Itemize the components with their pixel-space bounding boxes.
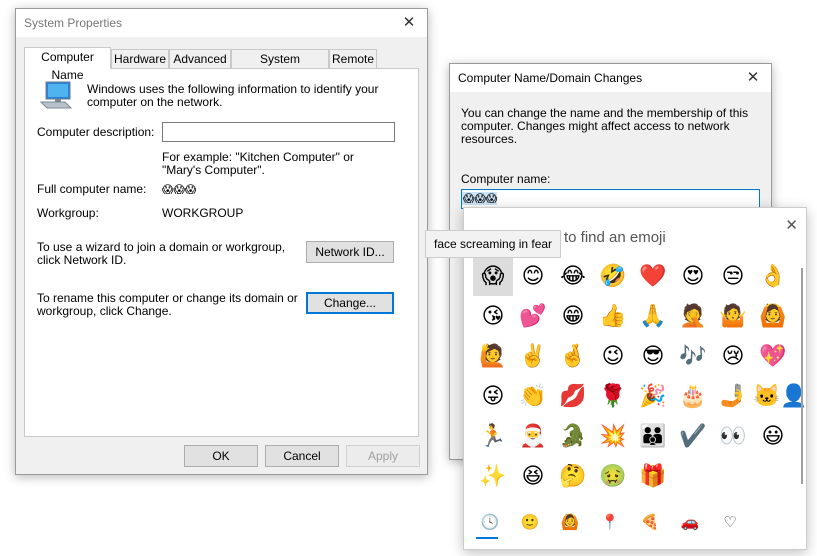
emoji-cell[interactable]: 🤔	[553, 458, 593, 496]
emoji-category-bar: 🕓 🙂 🙆 📍 🍕 🚗 ♡	[472, 508, 752, 538]
close-icon[interactable]: ✕	[785, 216, 798, 234]
emoji-cell[interactable]: 🤣	[593, 258, 633, 296]
emoji-cell[interactable]: 😒	[713, 258, 753, 296]
system-properties-window: System Properties ✕ Computer Name Hardwa…	[15, 8, 428, 475]
people-icon[interactable]: 🙆	[552, 508, 588, 536]
emoji-search-hint: to find an emoji	[564, 229, 666, 246]
emoji-cell[interactable]: 🤢	[593, 458, 633, 496]
tab-advanced[interactable]: Advanced	[169, 49, 231, 68]
emoji-cell[interactable]: 👀	[713, 418, 753, 456]
emoji-panel: to find an emoji ✕ 😱 😊 😂 🤣 ❤️ 😍 😒 👌 😘 💕 😁 👍 🙏 🤦 🤷 🙆 🙋 ✌️ 🤞…	[463, 207, 808, 550]
emoji-cell[interactable]: 👍	[593, 298, 633, 336]
emoji-cell[interactable]: 😃	[753, 418, 793, 456]
emoji-cell[interactable]: 🌹	[593, 378, 633, 416]
emoji-cell[interactable]: ✌️	[513, 338, 553, 376]
computer-description-label: Computer description:	[37, 125, 155, 139]
full-computer-name-value: 😱😱😱	[162, 183, 197, 196]
change-button[interactable]: Change...	[306, 292, 394, 314]
emoji-cell[interactable]: 😜	[473, 378, 513, 416]
emoji-cell[interactable]: 😍	[673, 258, 713, 296]
title-bar: System Properties ✕	[16, 9, 427, 37]
computer-icon	[39, 81, 73, 109]
full-computer-name-label: Full computer name:	[37, 182, 147, 196]
vehicle-icon[interactable]: 🚗	[672, 508, 708, 536]
close-icon[interactable]: ✕	[391, 9, 427, 37]
emoji-cell[interactable]: 👌	[753, 258, 793, 296]
computer-name-input[interactable]: 😱😱😱	[461, 189, 760, 209]
emoji-cell[interactable]: 🤷	[713, 298, 753, 336]
emoji-cell[interactable]: 🤞	[553, 338, 593, 376]
emoji-cell[interactable]: 🐊	[553, 418, 593, 456]
heart-icon[interactable]: ♡	[712, 508, 748, 536]
emoji-cell[interactable]: 🎶	[673, 338, 713, 376]
network-id-button[interactable]: Network ID...	[306, 241, 394, 263]
emoji-cell[interactable]: 🎅	[513, 418, 553, 456]
emoji-cell[interactable]: 🐱‍👤	[753, 378, 808, 416]
food-icon[interactable]: 🍕	[632, 508, 668, 536]
emoji-cell[interactable]: 🎂	[673, 378, 713, 416]
emoji-cell[interactable]: 😘	[473, 298, 513, 336]
emoji-cell[interactable]: 🎁	[633, 458, 673, 496]
emoji-cell[interactable]: ❤️	[633, 258, 673, 296]
emoji-cell[interactable]: 😱	[473, 258, 513, 296]
emoji-cell[interactable]: 😊	[513, 258, 553, 296]
ok-button[interactable]: OK	[184, 445, 258, 467]
location-icon[interactable]: 📍	[592, 508, 628, 536]
close-icon[interactable]: ✕	[735, 64, 771, 92]
computer-name-value: 😱😱😱	[462, 192, 498, 205]
recent-icon[interactable]: 🕓	[472, 508, 508, 536]
emoji-cell[interactable]: ✨	[473, 458, 513, 496]
tab-computer-name[interactable]: Computer Name	[24, 47, 111, 82]
window-title: System Properties	[24, 16, 123, 30]
emoji-cell[interactable]: ✔️	[673, 418, 713, 456]
computer-name-panel: Windows uses the following information t…	[24, 68, 419, 437]
emoji-tooltip: face screaming in fear	[425, 230, 562, 258]
emoji-cell[interactable]: 😎	[633, 338, 673, 376]
emoji-cell[interactable]: 😆	[513, 458, 553, 496]
emoji-cell[interactable]: 😂	[553, 258, 593, 296]
intro-text: Windows uses the following information t…	[87, 82, 379, 109]
smiley-icon[interactable]: 🙂	[512, 508, 548, 536]
cancel-button[interactable]: Cancel	[265, 445, 339, 467]
emoji-cell[interactable]: 🤦	[673, 298, 713, 336]
emoji-cell[interactable]: 💕	[513, 298, 553, 336]
emoji-cell[interactable]: 🤳	[713, 378, 753, 416]
tab-remote[interactable]: Remote	[329, 49, 377, 68]
active-category-indicator	[476, 537, 498, 539]
computer-description-input[interactable]	[162, 122, 395, 142]
emoji-cell[interactable]: 💖	[753, 338, 793, 376]
wizard-text: To use a wizard to join a domain or work…	[37, 240, 286, 267]
emoji-cell[interactable]: 😢	[713, 338, 753, 376]
emoji-cell[interactable]: 🙏	[633, 298, 673, 336]
emoji-cell[interactable]: 👪	[633, 418, 673, 456]
scrollbar[interactable]	[801, 268, 803, 484]
emoji-cell[interactable]: 👏	[513, 378, 553, 416]
title-bar: Computer Name/Domain Changes ✕	[450, 64, 771, 92]
emoji-cell[interactable]: 💥	[593, 418, 633, 456]
intro-text: You can change the name and the membersh…	[461, 106, 749, 146]
emoji-cell[interactable]: 😉	[593, 338, 633, 376]
emoji-cell[interactable]: 😁	[553, 298, 593, 336]
workgroup-label: Workgroup:	[37, 206, 99, 220]
tab-hardware[interactable]: Hardware	[111, 49, 169, 68]
emoji-cell[interactable]: 🏃	[473, 418, 513, 456]
workgroup-value: WORKGROUP	[162, 206, 244, 220]
tab-system-protection[interactable]: System Protection	[231, 49, 329, 84]
emoji-cell[interactable]: 🎉	[633, 378, 673, 416]
emoji-cell[interactable]: 🙆	[753, 298, 793, 336]
computer-name-label: Computer name:	[461, 172, 551, 186]
example-text: For example: "Kitchen Computer" or "Mary…	[162, 150, 354, 177]
apply-button[interactable]: Apply	[346, 445, 420, 467]
emoji-cell[interactable]: 💋	[553, 378, 593, 416]
window-title: Computer Name/Domain Changes	[458, 71, 643, 85]
rename-text: To rename this computer or change its do…	[37, 291, 298, 318]
emoji-cell[interactable]: 🙋	[473, 338, 513, 376]
